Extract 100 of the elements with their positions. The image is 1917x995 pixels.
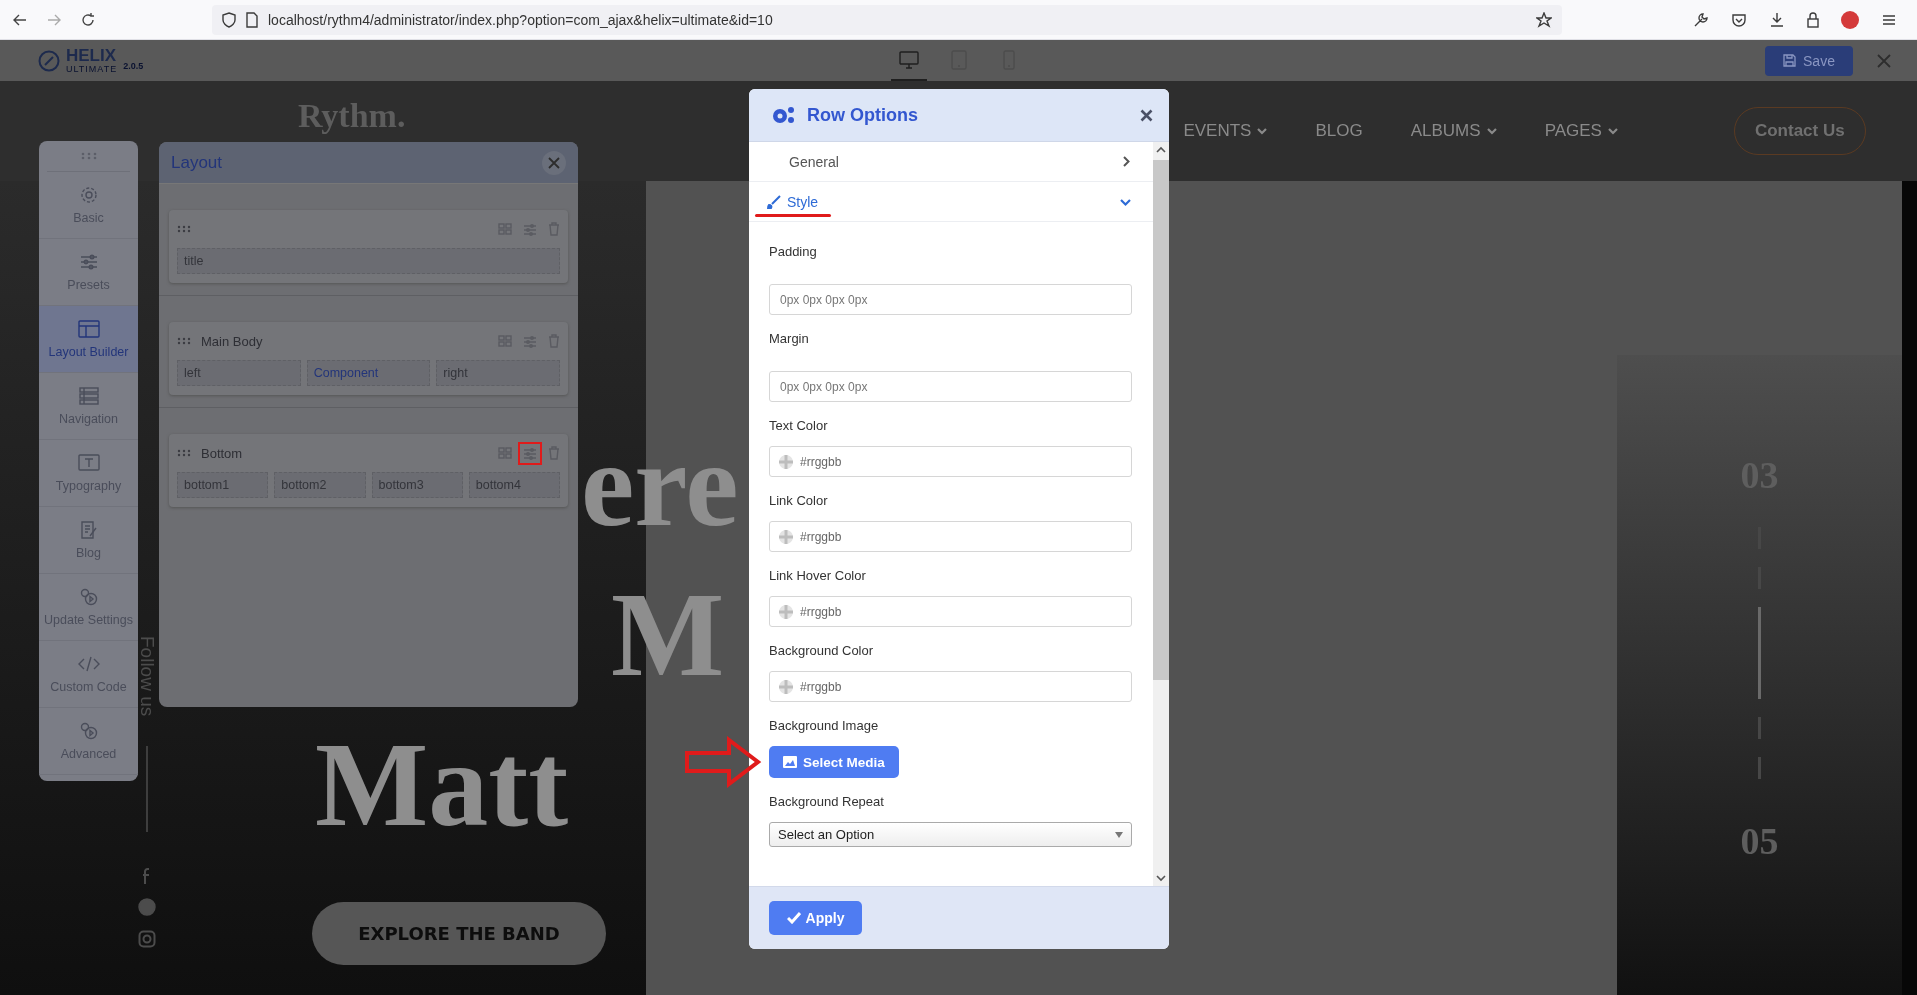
chevron-down-icon: [1257, 127, 1268, 135]
color-input[interactable]: #rrggbb: [769, 521, 1132, 552]
gears-icon: [78, 721, 99, 741]
row-name: Main Body: [201, 333, 263, 349]
page-icon: [246, 11, 258, 28]
color-swatch-icon[interactable]: [778, 679, 794, 695]
check-icon: [786, 912, 801, 924]
version-label: 2.0.5: [123, 61, 144, 71]
address-bar[interactable]: localhost/rythm4/administrator/index.php?option=com_ajax&helix=ultimate&id=10: [212, 4, 1562, 35]
facebook-icon: [142, 868, 152, 885]
grid-icon: [498, 447, 512, 459]
layout-column[interactable]: title: [177, 248, 560, 274]
layout-column[interactable]: right: [436, 360, 560, 386]
download-icon: [1769, 11, 1785, 28]
close-icon: [1877, 53, 1891, 68]
gears-icon: [78, 587, 99, 607]
image-icon: [783, 756, 797, 768]
save-button[interactable]: Save: [1765, 45, 1853, 76]
grid-icon: [498, 335, 512, 347]
drag-handle-icon: [177, 225, 191, 233]
drag-handle-icon: [80, 152, 97, 160]
text-input[interactable]: 0px 0px 0px 0px: [769, 371, 1132, 402]
star-icon: [1536, 11, 1552, 28]
close-icon: [548, 156, 560, 169]
sliders-icon: [523, 446, 537, 460]
apply-button[interactable]: Apply: [769, 901, 862, 935]
accordion-header[interactable]: Style: [749, 182, 1153, 222]
sidebar-item[interactable]: Layout Builder: [39, 306, 138, 373]
explore-button[interactable]: EXPLORE THE BAND: [312, 902, 606, 965]
url-text: localhost/rythm4/administrator/index.php?option=com_ajax&helix=ultimate&id=10: [268, 11, 774, 28]
color-input[interactable]: #rrggbb: [769, 596, 1132, 627]
color-input[interactable]: #rrggbb: [769, 671, 1132, 702]
row-settings-button[interactable]: [518, 441, 542, 465]
slide-indicator[interactable]: [1758, 607, 1761, 699]
field-label: Padding: [769, 243, 818, 261]
layout-column[interactable]: bottom1: [177, 472, 269, 498]
pocket-icon: [1731, 11, 1747, 28]
layout-column[interactable]: left: [177, 360, 301, 386]
layout-column[interactable]: bottom4: [468, 472, 560, 498]
save-icon: [1783, 54, 1797, 67]
chevron-down-icon: [1486, 127, 1497, 135]
trash-icon: [548, 446, 560, 460]
chevron-right-icon: [1123, 155, 1131, 167]
brush-icon: [767, 194, 781, 209]
select-media-button[interactable]: Select Media: [769, 746, 899, 778]
close-icon: [1140, 108, 1153, 122]
adblock-icon[interactable]: [1841, 10, 1859, 29]
nav-link[interactable]: ALBUMS: [1410, 121, 1497, 141]
layout-column[interactable]: bottom2: [274, 472, 366, 498]
color-swatch-icon[interactable]: [778, 454, 794, 470]
reload-icon: [80, 11, 96, 28]
layout-column[interactable]: Component: [306, 360, 431, 386]
color-swatch-icon[interactable]: [778, 604, 794, 620]
close-button[interactable]: [542, 150, 566, 175]
layout-column[interactable]: bottom3: [371, 472, 463, 498]
slide-indicator[interactable]: [1758, 757, 1761, 779]
nav-link[interactable]: BLOG: [1315, 121, 1363, 141]
trash-icon: [548, 222, 560, 236]
color-swatch-icon[interactable]: [778, 529, 794, 545]
hero-heading: M: [611, 567, 725, 703]
logo-icon: [38, 49, 60, 72]
sliders-icon: [523, 222, 537, 236]
field-label: Text Color: [769, 417, 829, 435]
document-icon: [78, 520, 99, 540]
field-label: Background Image: [769, 717, 880, 735]
music-disc-icon: [138, 898, 156, 917]
code-icon: [77, 654, 100, 674]
nav-link[interactable]: PAGES: [1544, 121, 1618, 141]
text-input[interactable]: 0px 0px 0px 0px: [769, 284, 1132, 315]
wrench-icon: [1693, 11, 1709, 28]
grid-icon: [498, 223, 512, 235]
layout-icon: [77, 319, 100, 339]
drag-handle-icon: [177, 449, 191, 457]
chevron-down-icon: [1120, 198, 1131, 207]
chevron-down-icon: [1607, 127, 1618, 135]
logo-subtitle: ULTIMATE: [66, 64, 118, 74]
shield-icon: [222, 11, 236, 28]
sliders-icon: [523, 334, 537, 348]
lock-icon: [1807, 11, 1819, 28]
panel-title: Layout: [171, 152, 223, 173]
accordion-header[interactable]: General: [749, 142, 1153, 182]
gears-icon: [771, 105, 795, 125]
field-label: Link Color: [769, 492, 829, 510]
list-icon: [78, 386, 99, 406]
hero-heading: Matt: [315, 717, 569, 853]
trash-icon: [548, 334, 560, 348]
dialog-title: Row Options: [807, 104, 918, 126]
field-label: Background Color: [769, 642, 875, 660]
row-name: Bottom: [201, 445, 243, 461]
sliders-icon: [78, 252, 99, 272]
slide-number: 05: [1740, 819, 1779, 863]
text-box-icon: [77, 453, 100, 473]
gear-icon: [78, 185, 99, 205]
color-input[interactable]: #rrggbb: [769, 446, 1132, 477]
caret-icon: [1115, 831, 1123, 838]
field-label: Background Repeat: [769, 793, 885, 811]
dropdown[interactable]: Select an Option: [769, 822, 1132, 847]
field-label: Link Hover Color: [769, 567, 867, 585]
nav-link[interactable]: EVENTS: [1183, 121, 1268, 141]
scrollbar-thumb[interactable]: [1153, 160, 1169, 680]
